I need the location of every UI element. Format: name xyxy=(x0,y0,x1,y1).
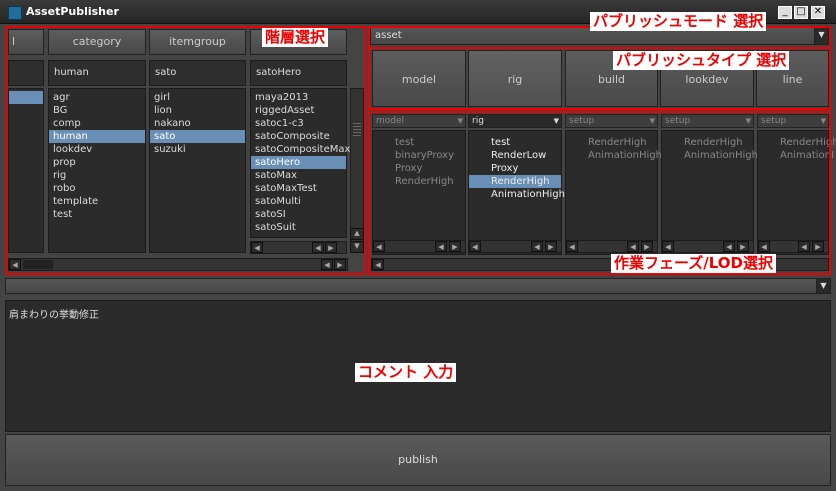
annotation-label-comment: コメント 入力 xyxy=(355,363,457,382)
annotation-label-type: パブリッシュタイプ 選択 xyxy=(613,51,790,70)
window-title: AssetPublisher xyxy=(26,5,119,18)
comment-text: 肩まわりの挙動修正 xyxy=(9,310,99,321)
comment-history-combo[interactable]: ▼ xyxy=(5,278,831,294)
annotation-box-hierarchy xyxy=(5,26,366,275)
annotation-label-hierarchy: 階層選択 xyxy=(262,28,329,47)
maximize-button[interactable]: □ xyxy=(794,6,808,19)
chevron-down-icon[interactable]: ▼ xyxy=(816,279,830,293)
minimize-button[interactable]: _ xyxy=(778,6,792,19)
annotation-label-mode: パブリッシュモード 選択 xyxy=(590,12,767,31)
app-icon xyxy=(8,6,22,20)
publish-button[interactable]: publish xyxy=(5,434,831,486)
annotation-box-lod xyxy=(368,111,831,275)
annotation-label-lod: 作業フェーズ/LOD選択 xyxy=(611,254,776,273)
close-button[interactable]: ✕ xyxy=(811,6,825,19)
